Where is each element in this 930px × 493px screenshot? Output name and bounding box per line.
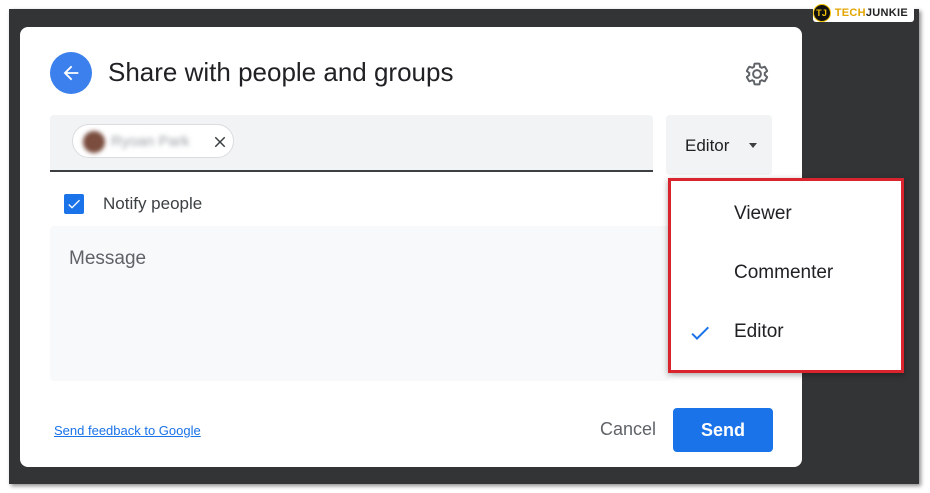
gear-icon[interactable] — [744, 61, 770, 87]
menu-item-viewer[interactable]: Viewer — [671, 187, 901, 243]
notify-people-label: Notify people — [103, 194, 203, 213]
dialog-title: Share with people and groups — [108, 57, 454, 87]
menu-item-editor[interactable]: Editor — [671, 305, 901, 361]
send-button[interactable]: Send — [673, 408, 773, 452]
menu-item-label: Viewer — [734, 203, 792, 224]
avatar — [83, 131, 105, 153]
back-arrow-icon — [63, 65, 79, 81]
notify-people-checkbox[interactable] — [64, 194, 84, 214]
checkbox-check-icon — [68, 199, 80, 209]
role-dropdown-menu: Viewer Commenter Editor — [668, 178, 904, 373]
menu-item-label: Commenter — [734, 262, 834, 283]
recipient-chip[interactable]: Ryoan Park — [72, 124, 234, 158]
back-button[interactable] — [50, 52, 92, 94]
dropdown-caret-icon — [749, 143, 757, 148]
recipient-chip-name: Ryoan Park — [111, 133, 190, 150]
notify-people-row: Notify people — [64, 191, 202, 217]
send-feedback-link[interactable]: Send feedback to Google — [54, 423, 201, 438]
menu-item-label: Editor — [734, 321, 784, 342]
watermark-brand-tech: TECH — [834, 7, 866, 19]
menu-item-commenter[interactable]: Commenter — [671, 246, 901, 302]
cancel-button[interactable]: Cancel — [578, 407, 678, 451]
message-placeholder: Message — [69, 248, 147, 269]
techjunkie-watermark: TJ TECH JUNKIE — [812, 4, 914, 22]
close-icon[interactable] — [211, 133, 229, 151]
watermark-logo: TJ — [812, 4, 831, 22]
role-select-button[interactable]: Editor — [666, 115, 772, 175]
recipients-input[interactable]: Ryoan Park — [50, 115, 653, 172]
watermark-brand-junkie: JUNKIE — [865, 7, 908, 19]
role-select-value: Editor — [685, 136, 730, 155]
checkmark-icon — [691, 326, 709, 340]
message-field[interactable]: Message — [50, 226, 670, 381]
